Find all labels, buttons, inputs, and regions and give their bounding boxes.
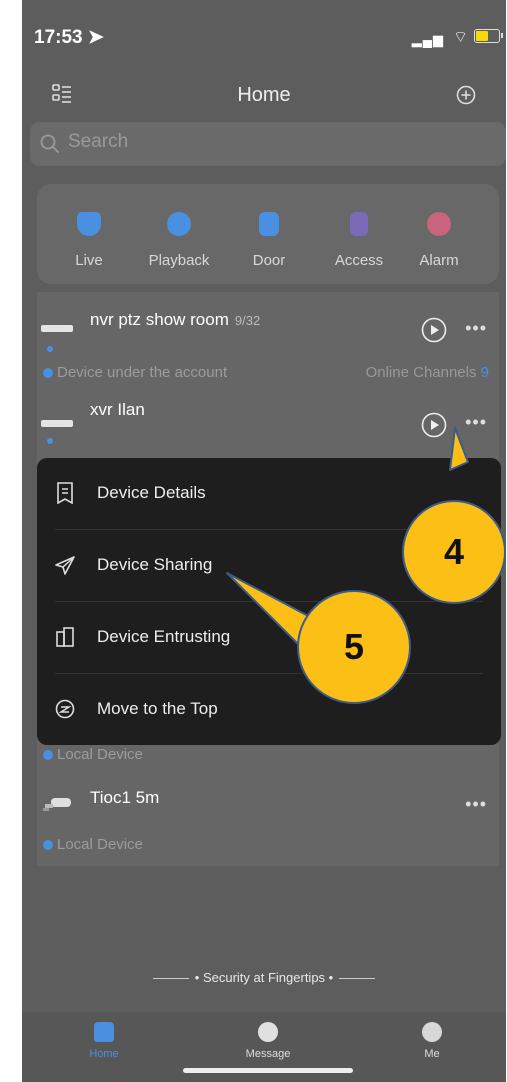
callout-4: 4 (402, 500, 506, 604)
phone-screen: 17:53 ➤ ▂▄▆ ⌔ Home Live (22, 0, 506, 1082)
message-icon (258, 1022, 278, 1042)
tab-home[interactable]: Home (69, 1022, 139, 1060)
tab-message[interactable]: Message (233, 1022, 303, 1060)
home-icon (94, 1022, 114, 1042)
footer-slogan: • Security at Fingertips • (22, 970, 506, 985)
tab-me[interactable]: Me (397, 1022, 467, 1060)
callout-5: 5 (297, 590, 411, 704)
home-indicator[interactable] (183, 1068, 353, 1073)
divider (339, 978, 376, 980)
callout-4-pointer (449, 427, 469, 471)
divider (152, 978, 189, 980)
profile-icon (422, 1022, 442, 1042)
